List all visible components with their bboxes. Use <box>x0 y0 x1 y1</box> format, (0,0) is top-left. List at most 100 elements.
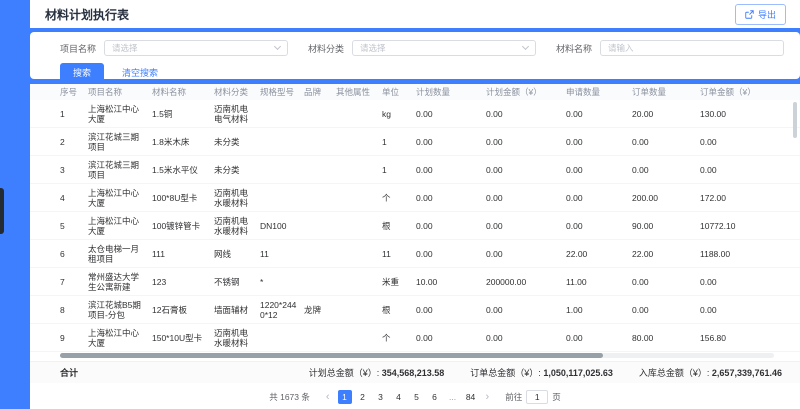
material-category-label: 材料分类 <box>308 42 344 55</box>
table-cell: 20.00 <box>632 109 700 119</box>
table-cell: 迈南机电 水暖材料 <box>214 216 260 236</box>
pager-page-5[interactable]: 5 <box>410 390 424 404</box>
table-cell: 22.00 <box>566 249 632 259</box>
table-cell: 7 <box>60 277 88 287</box>
category-select[interactable]: 请选择 <box>352 40 536 56</box>
table-cell: 0.00 <box>566 333 632 343</box>
pager-page-1[interactable]: 1 <box>338 390 352 404</box>
order-total-label: 订单总金额（¥）: <box>470 368 541 378</box>
table-cell: DN100 <box>260 221 304 231</box>
goto-suffix-label: 页 <box>552 391 561 403</box>
column-header: 项目名称 <box>88 86 152 98</box>
table-cell: 0.00 <box>700 277 780 287</box>
pager-page-2[interactable]: 2 <box>356 390 370 404</box>
table-row[interactable]: 2滨江花城三期项目1.8米木床未分类10.000.000.000.000.00 <box>30 128 800 156</box>
summary-total-label: 合计 <box>60 366 78 379</box>
table-cell: 1.00 <box>566 305 632 315</box>
table-row[interactable]: 4上海松江中心大厦100*8U型卡迈南机电 水暖材料个0.000.000.002… <box>30 184 800 212</box>
table-cell: 未分类 <box>214 137 260 147</box>
table-cell: 常州盛达大学生公寓新建 <box>88 272 152 292</box>
table-row[interactable]: 5上海松江中心大厦100镀锌管卡迈南机电 水暖材料DN100根0.000.000… <box>30 212 800 240</box>
table-cell: 0.00 <box>486 249 566 259</box>
column-header: 单位 <box>382 86 416 98</box>
table-cell: 156.80 <box>700 333 780 343</box>
filter-project: 项目名称 请选择 <box>60 40 288 56</box>
table-row[interactable]: 3滨江花城三期项目1.5米水平仪未分类10.000.000.000.000.00 <box>30 156 800 184</box>
table-row[interactable]: 9上海松江中心大厦150*10U型卡迈南机电 水暖材料个0.000.000.00… <box>30 324 800 352</box>
table-cell: 0.00 <box>486 221 566 231</box>
table-cell: 未分类 <box>214 165 260 175</box>
export-button[interactable]: 导出 <box>735 4 786 25</box>
table-cell: 0.00 <box>486 165 566 175</box>
material-name-input[interactable] <box>600 40 784 56</box>
planned-total: 计划总金额（¥）: 354,568,213.58 <box>309 366 445 379</box>
pager-page-6[interactable]: 6 <box>428 390 442 404</box>
table-cell: 0.00 <box>416 109 486 119</box>
table-cell: 0.00 <box>700 137 780 147</box>
table-cell: 网线 <box>214 249 260 259</box>
vertical-scrollbar[interactable] <box>793 102 797 138</box>
table-row[interactable]: 8滨江花城B5期项目-分包12石膏板墙面辅材1220*2440*12龙牌根0.0… <box>30 296 800 324</box>
search-button[interactable]: 搜索 <box>60 63 104 82</box>
table-cell: 迈南机电 水暖材料 <box>214 328 260 348</box>
table-cell: 1.8米木床 <box>152 137 214 147</box>
table-cell: 0.00 <box>416 221 486 231</box>
table-cell: 100*8U型卡 <box>152 193 214 203</box>
table-cell: 0.00 <box>486 137 566 147</box>
table-cell: 0.00 <box>416 137 486 147</box>
table-row[interactable]: 1上海松江中心大厦1.5铜迈南机电 电气材料kg0.000.000.0020.0… <box>30 100 800 128</box>
project-select[interactable]: 请选择 <box>104 40 288 56</box>
horizontal-scrollbar-thumb[interactable] <box>60 353 603 358</box>
table-cell: 0.00 <box>566 221 632 231</box>
table-cell: 1 <box>60 109 88 119</box>
table-cell: 墙面辅材 <box>214 305 260 315</box>
table-cell: 0.00 <box>486 193 566 203</box>
table-cell: 90.00 <box>632 221 700 231</box>
table-cell: 太仓电梯一月租项目 <box>88 244 152 264</box>
table-cell: 滨江花城三期项目 <box>88 132 152 152</box>
inbound-total-label: 入库总金额（¥）: <box>639 368 710 378</box>
pager-ellipsis[interactable]: ... <box>446 390 460 404</box>
planned-total-value: 354,568,213.58 <box>382 368 445 378</box>
clear-search-button[interactable]: 清空搜索 <box>122 66 158 79</box>
table-cell: 个 <box>382 333 416 343</box>
table-cell: 5 <box>60 221 88 231</box>
table-cell: 1 <box>382 137 416 147</box>
column-header: 申请数量 <box>566 86 632 98</box>
table-row[interactable]: 6太仓电梯一月租项目111网线11110.000.0022.0022.00118… <box>30 240 800 268</box>
table-cell: 1188.00 <box>700 249 780 259</box>
table-cell: 上海松江中心大厦 <box>88 216 152 236</box>
table-cell: 龙牌 <box>304 305 336 315</box>
pager-prev-icon[interactable]: ‹ <box>323 390 333 404</box>
table-cell: 6 <box>60 249 88 259</box>
pager-page-3[interactable]: 3 <box>374 390 388 404</box>
table-cell: 0.00 <box>632 277 700 287</box>
table-cell: 滨江花城B5期项目-分包 <box>88 300 152 320</box>
filter-panel: 项目名称 请选择 材料分类 请选择 材料名称 搜索 清空搜索 <box>30 32 800 79</box>
table-cell: 上海松江中心大厦 <box>88 188 152 208</box>
table-cell: 11 <box>382 249 416 259</box>
table-cell: 0.00 <box>632 137 700 147</box>
table-cell: 0.00 <box>416 193 486 203</box>
inbound-total: 入库总金额（¥）: 2,657,339,761.46 <box>639 366 782 379</box>
pager-page-84[interactable]: 84 <box>464 390 478 404</box>
table-cell: 0.00 <box>566 165 632 175</box>
table-cell: 根 <box>382 221 416 231</box>
table-cell: 0.00 <box>416 165 486 175</box>
table-cell: 9 <box>60 333 88 343</box>
table-cell: 迈南机电 电气材料 <box>214 104 260 124</box>
pager-page-4[interactable]: 4 <box>392 390 406 404</box>
order-total: 订单总金额（¥）: 1,050,117,025.63 <box>470 366 613 379</box>
filter-buttons: 搜索 清空搜索 <box>60 63 784 82</box>
pager-next-icon[interactable]: › <box>483 390 493 404</box>
collapsed-sidebar-edge[interactable] <box>0 188 4 234</box>
horizontal-scrollbar-track[interactable] <box>60 353 774 358</box>
table-body: 1上海松江中心大厦1.5铜迈南机电 电气材料kg0.000.000.0020.0… <box>30 100 800 352</box>
table-cell: 0.00 <box>416 305 486 315</box>
table-cell: 100镀锌管卡 <box>152 221 214 231</box>
table-cell: 上海松江中心大厦 <box>88 328 152 348</box>
column-header: 材料名称 <box>152 86 214 98</box>
table-row[interactable]: 7常州盛达大学生公寓新建123不锈钢*米重10.00200000.0011.00… <box>30 268 800 296</box>
column-header: 其他属性 <box>336 86 382 98</box>
goto-page-input[interactable] <box>526 390 548 404</box>
